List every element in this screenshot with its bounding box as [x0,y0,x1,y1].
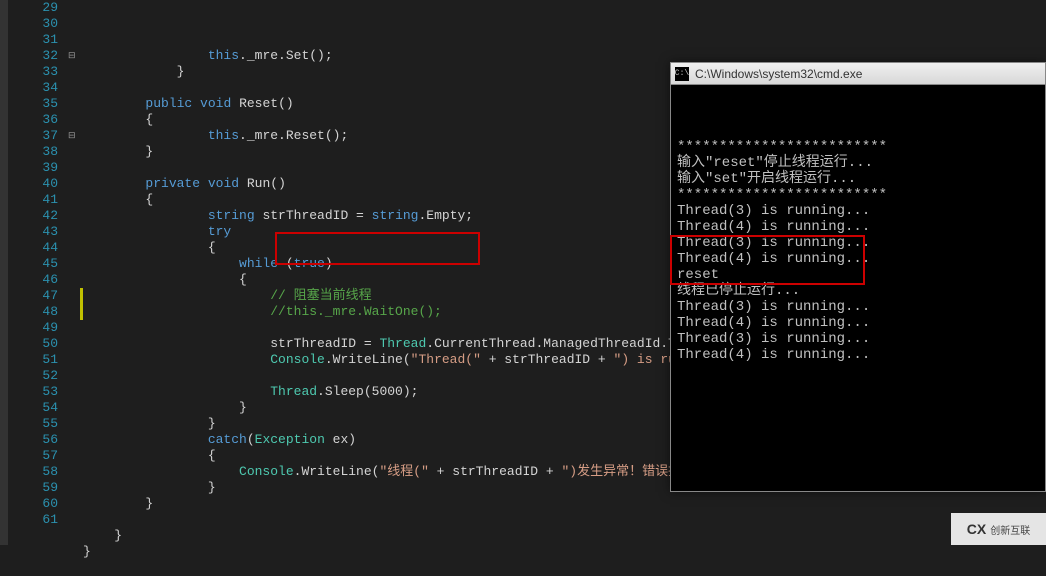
fold-empty [68,0,83,16]
line-number: 29 [8,0,58,16]
fold-empty [68,416,83,432]
fold-empty [68,16,83,32]
cmd-output-line: Thread(3) is running... [677,331,1039,347]
fold-empty [68,272,83,288]
line-number: 48 [8,304,58,320]
cmd-icon: C:\ [675,67,689,81]
line-number: 60 [8,496,58,512]
fold-empty [68,448,83,464]
line-number: 38 [8,144,58,160]
fold-empty [68,320,83,336]
fold-empty [68,80,83,96]
line-number: 31 [8,32,58,48]
line-number: 37 [8,128,58,144]
fold-toggle[interactable]: ⊟ [68,128,83,144]
cmd-output-line: Thread(4) is running... [677,219,1039,235]
line-number: 46 [8,272,58,288]
line-number: 40 [8,176,58,192]
fold-empty [68,208,83,224]
code-line[interactable] [83,560,1046,576]
line-number-gutter: 2930313233343536373839404142434445464748… [8,0,68,545]
cmd-body[interactable]: *************************输入"reset"停止线程运行… [671,85,1045,369]
cmd-output-line: Thread(3) is running... [677,235,1039,251]
line-number: 49 [8,320,58,336]
code-line[interactable]: } [83,544,1046,560]
line-number: 47 [8,288,58,304]
cmd-window[interactable]: C:\ C:\Windows\system32\cmd.exe ********… [670,62,1046,492]
line-number: 52 [8,368,58,384]
fold-empty [68,176,83,192]
fold-empty [68,496,83,512]
cmd-output-line: reset [677,267,1039,283]
line-number: 44 [8,240,58,256]
line-number: 42 [8,208,58,224]
line-number: 59 [8,480,58,496]
line-number: 55 [8,416,58,432]
cmd-titlebar[interactable]: C:\ C:\Windows\system32\cmd.exe [671,63,1045,85]
cmd-output-line: Thread(4) is running... [677,251,1039,267]
fold-toggle[interactable]: ⊟ [68,48,83,64]
cmd-output-line: 输入"set"开启线程运行... [677,171,1039,187]
line-number: 51 [8,352,58,368]
fold-empty [68,384,83,400]
fold-empty [68,112,83,128]
fold-empty [68,432,83,448]
fold-empty [68,256,83,272]
watermark-text: 创新互联 [990,522,1030,537]
line-number: 58 [8,464,58,480]
code-line[interactable]: } [83,528,1046,544]
fold-gutter: ⊟⊟ [68,0,83,545]
line-number: 45 [8,256,58,272]
line-number: 61 [8,512,58,528]
fold-empty [68,144,83,160]
left-margin [0,0,8,545]
cmd-output-line: Thread(4) is running... [677,315,1039,331]
line-number: 56 [8,432,58,448]
fold-empty [68,368,83,384]
line-number: 54 [8,400,58,416]
line-number: 33 [8,64,58,80]
fold-empty [68,96,83,112]
line-number: 53 [8,384,58,400]
fold-empty [68,32,83,48]
fold-empty [68,464,83,480]
cmd-output-line: Thread(4) is running... [677,347,1039,363]
fold-empty [68,160,83,176]
fold-empty [68,192,83,208]
fold-empty [68,352,83,368]
line-number: 50 [8,336,58,352]
line-number: 35 [8,96,58,112]
cmd-title: C:\Windows\system32\cmd.exe [695,67,862,81]
line-number: 34 [8,80,58,96]
line-number: 43 [8,224,58,240]
fold-empty [68,512,83,528]
cmd-output-line: Thread(3) is running... [677,299,1039,315]
line-number: 39 [8,160,58,176]
fold-empty [68,224,83,240]
cmd-output-line: 输入"reset"停止线程运行... [677,155,1039,171]
code-line[interactable]: } [83,496,1046,512]
line-number: 36 [8,112,58,128]
code-line[interactable] [83,512,1046,528]
watermark-logo: CX [967,521,986,537]
watermark: CX 创新互联 [951,513,1046,545]
line-number: 30 [8,16,58,32]
cmd-output-line: Thread(3) is running... [677,203,1039,219]
fold-empty [68,400,83,416]
line-number: 41 [8,192,58,208]
line-number: 32 [8,48,58,64]
cmd-output-line: 线程已停止运行... [677,283,1039,299]
cmd-output-line: ************************* [677,139,1039,155]
fold-empty [68,240,83,256]
line-number: 57 [8,448,58,464]
fold-empty [68,336,83,352]
fold-empty [68,480,83,496]
fold-empty [68,64,83,80]
cmd-output-line: ************************* [677,187,1039,203]
